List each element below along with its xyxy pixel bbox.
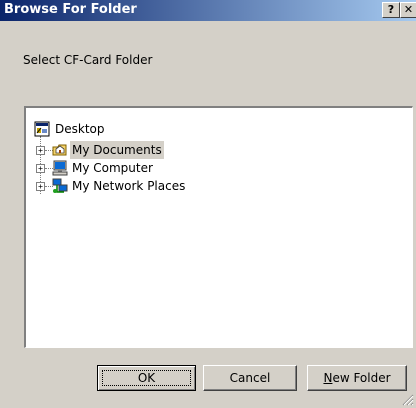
- title-bar[interactable]: Browse For Folder ? ✕: [0, 0, 416, 21]
- close-button[interactable]: ✕: [400, 2, 416, 18]
- tree-item-desktop[interactable]: Desktop: [34, 120, 234, 138]
- my-documents-folder-icon: [52, 144, 67, 156]
- focus-rect: OK: [102, 370, 191, 386]
- help-button[interactable]: ?: [382, 2, 400, 18]
- folder-tree[interactable]: Desktop + My Documents + My Computer + M…: [24, 106, 413, 348]
- tree-item-my-network-places[interactable]: + My Network Places: [36, 177, 296, 195]
- network-places-icon: [52, 178, 68, 193]
- tree-item-label: My Computer: [72, 161, 153, 175]
- cancel-button-label: Cancel: [229, 371, 271, 385]
- new-folder-button-label: ew Folder: [332, 371, 391, 385]
- tree-item-label: My Network Places: [72, 179, 186, 193]
- tree-item-label: Desktop: [55, 122, 105, 136]
- my-computer-icon: [52, 160, 68, 176]
- desktop-icon: [34, 121, 50, 137]
- tree-item-my-documents[interactable]: + My Documents: [36, 141, 276, 159]
- ok-button[interactable]: OK: [97, 365, 196, 391]
- new-folder-button[interactable]: New Folder: [307, 365, 407, 391]
- expand-icon[interactable]: +: [36, 164, 45, 173]
- cancel-button[interactable]: Cancel: [203, 365, 297, 391]
- tree-item-my-computer[interactable]: + My Computer: [36, 159, 276, 177]
- dialog-prompt: Select CF-Card Folder: [23, 53, 153, 67]
- resize-grip-icon[interactable]: [400, 392, 414, 406]
- expand-icon[interactable]: +: [36, 146, 45, 155]
- ok-button-label: OK: [137, 371, 156, 385]
- window-title: Browse For Folder: [4, 2, 137, 17]
- expand-icon[interactable]: +: [36, 182, 45, 191]
- tree-item-label: My Documents: [70, 141, 164, 159]
